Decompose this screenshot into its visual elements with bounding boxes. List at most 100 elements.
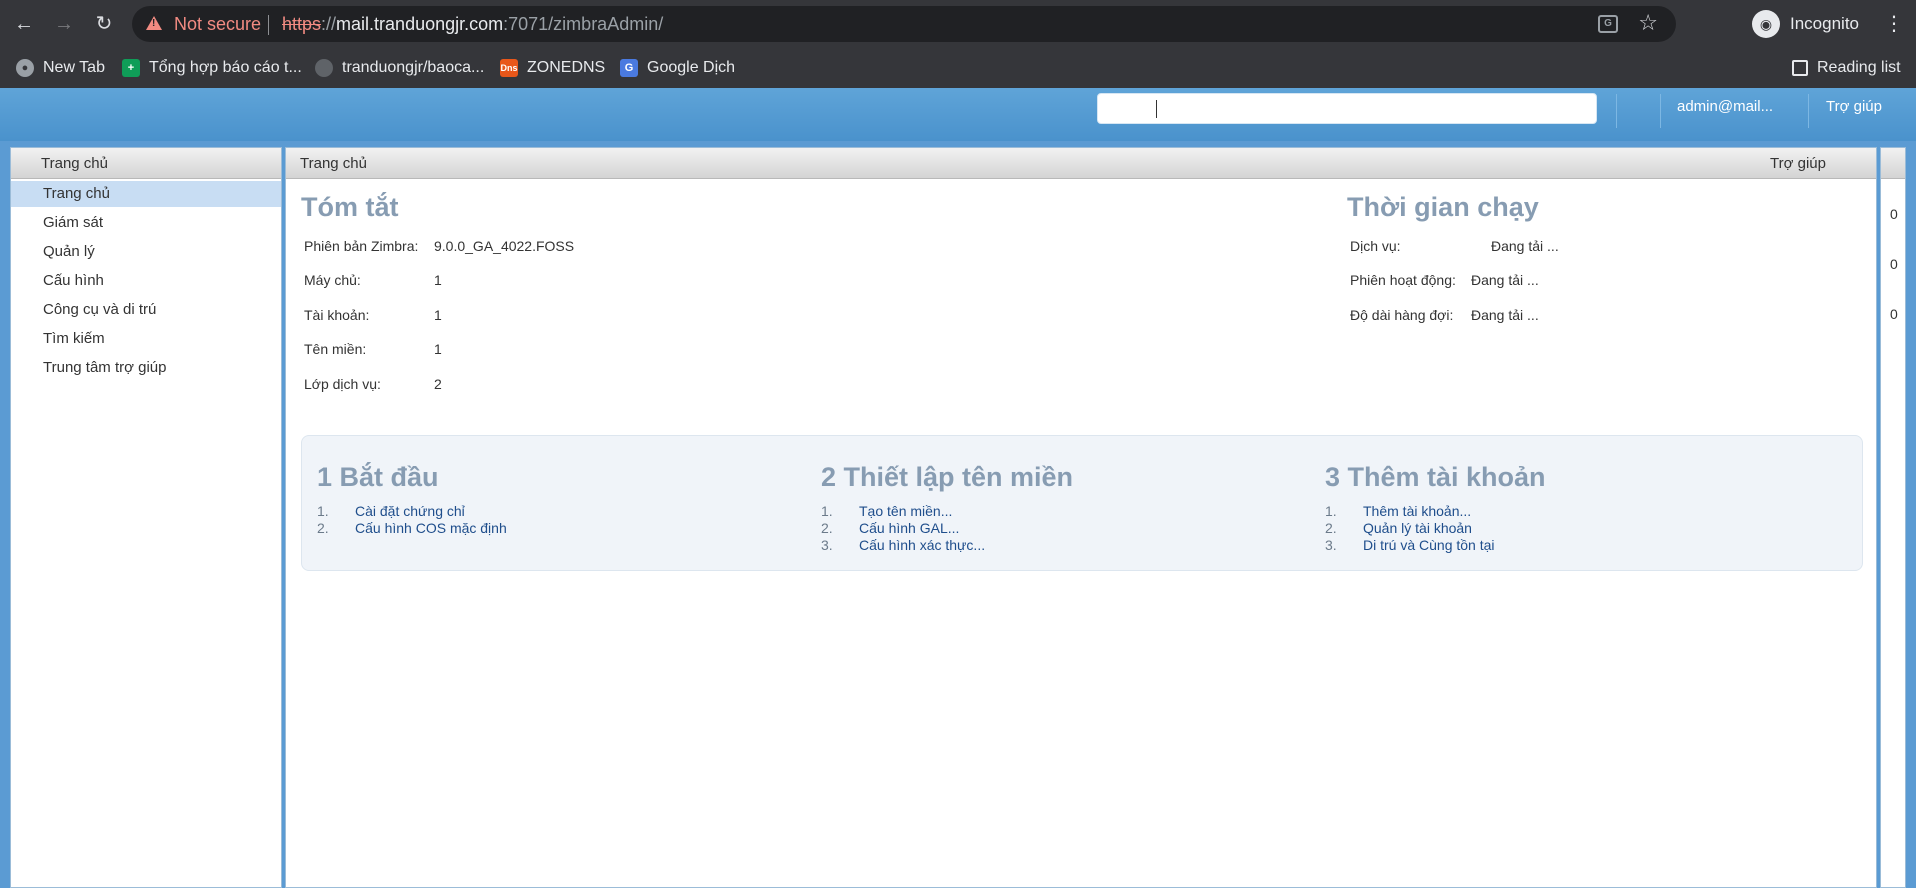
configure-default-cos-link[interactable]: Cấu hình COS mặc định <box>355 520 507 537</box>
summary-value: 2 <box>434 376 442 392</box>
create-domain-link[interactable]: Tạo tên miền... <box>859 503 952 520</box>
dns-icon: Dns <box>500 59 518 77</box>
add-account-link[interactable]: Thêm tài khoản... <box>1363 503 1471 520</box>
step-item: 2. Cấu hình COS mặc định <box>317 520 507 537</box>
configure-auth-link[interactable]: Cấu hình xác thực... <box>859 537 985 554</box>
migration-coexistence-link[interactable]: Di trú và Cùng tồn tại <box>1363 537 1495 554</box>
step-item: 3. Cấu hình xác thực... <box>821 537 1073 554</box>
step-number: 2. <box>821 520 833 536</box>
reading-list-icon <box>1792 60 1808 76</box>
summary-value: 1 <box>434 341 442 357</box>
url-text[interactable]: https://mail.tranduongjr.com:7071/zimbra… <box>282 14 663 34</box>
nav-item-manage[interactable]: Quản lý <box>11 239 281 265</box>
sheets-icon: + <box>122 59 140 77</box>
app-body: Trang chủ Trang chủ Giám sát Quản lý Cấu… <box>0 141 1916 888</box>
status-count: 0 <box>1890 306 1898 322</box>
reading-list-button[interactable]: Reading list <box>1792 55 1901 81</box>
step-title: 1 Bắt đầu <box>317 462 439 492</box>
summary-value: 9.0.0_GA_4022.FOSS <box>434 238 575 254</box>
right-panel-header <box>1881 148 1905 179</box>
header-divider <box>1616 94 1617 128</box>
omnibox-divider <box>268 15 269 35</box>
bookmark-new-tab[interactable]: ● New Tab <box>16 55 105 81</box>
summary-label: Lớp dịch vụ: <box>304 376 381 392</box>
incognito-icon[interactable]: ◉ <box>1752 10 1780 38</box>
bookmark-github[interactable]: tranduongjr/baoca... <box>315 55 484 81</box>
step-number: 2. <box>1325 520 1337 536</box>
step-number: 3. <box>1325 537 1337 553</box>
url-path: :7071/zimbraAdmin/ <box>503 14 664 34</box>
globe-icon: ● <box>16 59 34 77</box>
address-bar[interactable]: Not secure https://mail.tranduongjr.com:… <box>132 6 1676 42</box>
back-icon[interactable]: ← <box>10 10 38 38</box>
step-number: 1. <box>821 503 833 519</box>
manage-accounts-link[interactable]: Quản lý tài khoản <box>1363 520 1472 537</box>
main-panel: Trang chủ Trợ giúp Tóm tắt Phiên bản Zim… <box>285 147 1877 888</box>
text-caret <box>1156 100 1157 118</box>
translate-icon[interactable]: G <box>1598 15 1618 33</box>
step-item: 3. Di trú và Cùng tồn tại <box>1325 537 1546 554</box>
nav-item-home[interactable]: Trang chủ <box>11 181 281 207</box>
bookmark-report[interactable]: + Tổng hợp báo cáo t... <box>122 55 302 81</box>
github-icon <box>315 59 333 77</box>
app-header: admin@mail... Trợ giúp <box>0 88 1916 141</box>
url-scheme: https <box>282 14 322 34</box>
step-number: 1. <box>317 503 329 519</box>
navigation-list: Trang chủ Giám sát Quản lý Cấu hình Công… <box>11 181 281 381</box>
nav-item-configure[interactable]: Cấu hình <box>11 268 281 294</box>
status-count: 0 <box>1890 206 1898 222</box>
bookmark-label: Tổng hợp báo cáo t... <box>149 59 302 76</box>
bookmark-zonedns[interactable]: Dns ZONEDNS <box>500 55 605 81</box>
nav-item-monitor[interactable]: Giám sát <box>11 210 281 236</box>
nav-item-tools-migration[interactable]: Công cụ và di trú <box>11 297 281 323</box>
step-title: 3 Thêm tài khoản <box>1325 462 1546 492</box>
step-number: 1. <box>1325 503 1337 519</box>
user-menu[interactable]: admin@mail... <box>1677 98 1773 115</box>
runtime-value: Đang tải ... <box>1471 272 1539 288</box>
warning-icon[interactable] <box>146 16 162 30</box>
security-label[interactable]: Not secure <box>174 14 261 34</box>
bookmark-label: ZONEDNS <box>527 59 606 76</box>
status-count: 0 <box>1890 256 1898 272</box>
bookmark-star-icon[interactable]: ☆ <box>1638 11 1658 35</box>
main-title-bar: Trang chủ Trợ giúp <box>286 148 1876 179</box>
runtime-value: Đang tải ... <box>1491 238 1559 254</box>
nav-item-help-center[interactable]: Trung tâm trợ giúp <box>11 355 281 381</box>
navigation-title: Trang chủ <box>11 148 281 179</box>
configure-gal-link[interactable]: Cấu hình GAL... <box>859 520 959 537</box>
browser-toolbar: ← → ↻ Not secure https://mail.tranduongj… <box>0 0 1916 48</box>
step-title: 2 Thiết lập tên miền <box>821 462 1074 492</box>
profile-label[interactable]: Incognito <box>1790 14 1859 34</box>
header-divider <box>1808 94 1809 128</box>
step-column-get-started: 1 Bắt đầu 1. Cài đặt chứng chỉ 2. Cấu hình… <box>317 462 507 537</box>
runtime-title: Thời gian chạy <box>1347 192 1539 222</box>
url-host: mail.tranduongjr.com <box>336 14 504 34</box>
step-number: 2. <box>317 520 329 536</box>
step-item: 1. Thêm tài khoản... <box>1325 503 1546 520</box>
step-list: 1. Tạo tên miền... 2. Cấu hình GAL... 3. Cấ… <box>821 503 1073 554</box>
header-help-link[interactable]: Trợ giúp <box>1826 98 1882 115</box>
forward-icon[interactable]: → <box>50 10 78 38</box>
browser-menu-icon[interactable]: ⋮ <box>1884 12 1904 36</box>
reload-icon[interactable]: ↻ <box>90 10 118 38</box>
install-certificate-link[interactable]: Cài đặt chứng chỉ <box>355 503 465 520</box>
step-column-domain-setup: 2 Thiết lập tên miền 1. Tạo tên miền... 2… <box>821 462 1073 554</box>
summary-title: Tóm tắt <box>301 192 399 222</box>
page-help-link[interactable]: Trợ giúp <box>1770 148 1826 179</box>
step-item: 1. Cài đặt chứng chỉ <box>317 503 507 520</box>
search-input[interactable] <box>1097 93 1597 124</box>
runtime-label: Phiên hoạt động: <box>1350 272 1456 288</box>
runtime-label: Độ dài hàng đợi: <box>1350 307 1454 323</box>
bookmark-google-translate[interactable]: G Google Dịch <box>620 55 735 81</box>
bookmark-label: New Tab <box>43 59 105 76</box>
nav-item-search[interactable]: Tìm kiếm <box>11 326 281 352</box>
getting-started-box: 1 Bắt đầu 1. Cài đặt chứng chỉ 2. Cấu hình… <box>301 435 1863 571</box>
step-item: 1. Tạo tên miền... <box>821 503 1073 520</box>
bookmark-label: tranduongjr/baoca... <box>342 59 485 76</box>
page-title: Trang chủ <box>300 155 367 172</box>
runtime-value: Đang tải ... <box>1471 307 1539 323</box>
step-number: 3. <box>821 537 833 553</box>
summary-value: 1 <box>434 272 442 288</box>
step-item: 2. Cấu hình GAL... <box>821 520 1073 537</box>
summary-label: Phiên bản Zimbra: <box>304 238 419 254</box>
